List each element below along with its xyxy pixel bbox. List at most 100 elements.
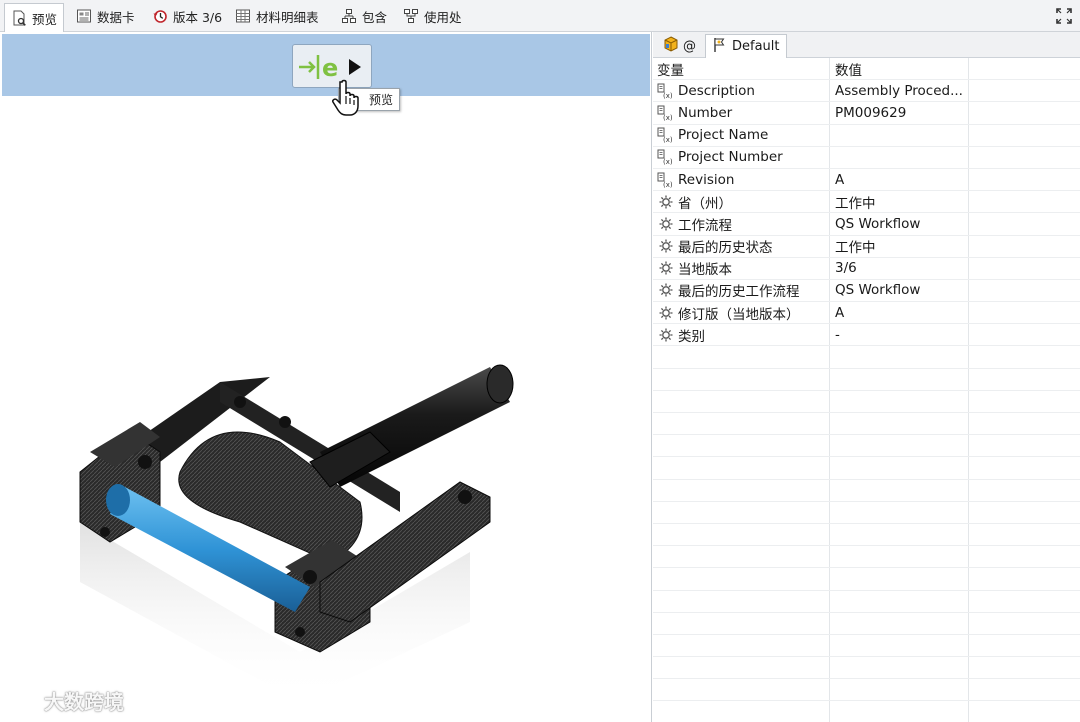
hand-cursor-icon — [332, 78, 368, 118]
property-name-cell: 省（州） — [657, 192, 829, 212]
property-row[interactable]: 修订版（当地版本） A — [653, 302, 1080, 325]
system-gear-icon — [657, 327, 675, 343]
tab-contains[interactable]: 包含 — [335, 3, 393, 29]
bom-table-icon — [235, 8, 251, 24]
empty-row — [653, 679, 1080, 702]
tab-bom[interactable]: 材料明细表 — [229, 3, 325, 29]
empty-row — [653, 546, 1080, 569]
tab-label: 预览 — [32, 11, 58, 27]
tab-label: 数据卡 — [97, 9, 135, 25]
svg-text:(x): (x) — [663, 114, 673, 121]
property-row[interactable]: (x) Project Number — [653, 147, 1080, 169]
system-gear-icon — [657, 238, 675, 254]
fullscreen-icon[interactable] — [1054, 6, 1074, 26]
config-flag-icon — [712, 37, 728, 57]
property-value[interactable]: A — [835, 172, 965, 188]
property-value[interactable]: 3/6 — [835, 260, 965, 276]
property-name: 类别 — [678, 328, 705, 345]
column-header-value[interactable]: 数值 — [835, 59, 965, 79]
property-value[interactable]: - — [835, 327, 965, 343]
tab-config-at[interactable]: @ — [657, 34, 702, 58]
property-row[interactable]: 当地版本 3/6 — [653, 258, 1080, 280]
contains-tree-icon — [341, 8, 357, 24]
property-value[interactable]: QS Workflow — [835, 216, 965, 232]
variable-icon: (x) — [657, 127, 675, 143]
empty-row — [653, 346, 1080, 369]
tab-config-default[interactable]: Default — [705, 34, 787, 58]
property-row[interactable]: 最后的历史工作流程 QS Workflow — [653, 280, 1080, 303]
svg-text:(x): (x) — [663, 158, 673, 165]
property-row[interactable]: (x) Number PM009629 — [653, 102, 1080, 125]
empty-row — [653, 613, 1080, 635]
property-row[interactable]: (x) Description Assembly Proced... — [653, 80, 1080, 103]
system-gear-icon — [657, 305, 675, 321]
watermark: 大数跨境 — [10, 686, 124, 715]
property-value[interactable]: 工作中 — [835, 236, 965, 256]
variable-icon: (x) — [657, 105, 675, 121]
variable-icon: (x) — [657, 172, 675, 188]
property-name-cell: 类别 — [657, 325, 829, 345]
tab-label: 材料明细表 — [256, 9, 319, 25]
variable-icon: (x) — [657, 149, 675, 165]
tab-label: @ — [683, 38, 696, 54]
watermark-logo-icon — [10, 686, 40, 715]
property-name: 当地版本 — [678, 262, 732, 279]
system-gear-icon — [657, 260, 675, 276]
property-value[interactable]: Assembly Proced... — [835, 83, 965, 99]
version-history-icon — [152, 8, 168, 24]
property-row[interactable]: 最后的历史状态 工作中 — [653, 236, 1080, 258]
configuration-tabs: @ Default — [653, 32, 1080, 58]
config-cube-icon — [663, 36, 679, 56]
property-name-cell: (x) Revision — [657, 172, 829, 188]
empty-row — [653, 435, 1080, 458]
property-row[interactable]: (x) Revision A — [653, 169, 1080, 192]
tab-version[interactable]: 版本 3/6 — [146, 3, 228, 29]
tab-label: 版本 3/6 — [173, 9, 223, 25]
property-row[interactable]: 类别 - — [653, 324, 1080, 347]
svg-text:(x): (x) — [663, 136, 673, 143]
property-row[interactable]: (x) Project Name — [653, 125, 1080, 147]
empty-row — [653, 591, 1080, 613]
property-value[interactable]: A — [835, 305, 965, 321]
svg-text:(x): (x) — [663, 181, 673, 188]
property-name: 最后的历史工作流程 — [678, 284, 800, 301]
property-name: Revision — [678, 171, 735, 188]
property-name-cell: (x) Project Name — [657, 127, 829, 143]
tab-preview[interactable]: 预览 — [4, 3, 65, 32]
preview-pane: e 预览 大数跨境 — [0, 32, 652, 722]
system-gear-icon — [657, 282, 675, 298]
properties-grid: 变量 数值 (x) Description Assembly Proced... (x… — [653, 58, 1080, 702]
empty-row — [653, 369, 1080, 391]
property-name: 最后的历史状态 — [678, 240, 773, 257]
property-name-cell: (x) Description — [657, 83, 829, 99]
property-value[interactable]: PM009629 — [835, 105, 965, 121]
tab-datacard[interactable]: 数据卡 — [70, 3, 141, 29]
empty-row — [653, 457, 1080, 480]
property-value[interactable]: QS Workflow — [835, 282, 965, 298]
property-name-cell: 最后的历史工作流程 — [657, 280, 829, 300]
property-name-cell: (x) Project Number — [657, 149, 829, 165]
datacard-icon — [76, 8, 92, 24]
empty-row — [653, 657, 1080, 680]
property-value[interactable]: 工作中 — [835, 192, 965, 212]
properties-pane: @ Default 变量 数值 (x) Description Assembly P… — [653, 32, 1080, 722]
system-gear-icon — [657, 194, 675, 210]
property-name-cell: (x) Number — [657, 105, 829, 121]
property-name-cell: 工作流程 — [657, 214, 829, 234]
property-name-cell: 修订版（当地版本） — [657, 303, 829, 323]
svg-text:(x): (x) — [663, 92, 673, 99]
where-used-icon — [403, 8, 419, 24]
grid-header: 变量 数值 — [653, 58, 1080, 81]
empty-row — [653, 391, 1080, 413]
property-name-cell: 当地版本 — [657, 258, 829, 278]
property-row[interactable]: 工作流程 QS Workflow — [653, 213, 1080, 236]
property-name: 修订版（当地版本） — [678, 306, 800, 323]
tab-where-used[interactable]: 使用处 — [397, 3, 468, 29]
column-header-variable[interactable]: 变量 — [657, 59, 829, 79]
property-row[interactable]: 省（州） 工作中 — [653, 191, 1080, 214]
assembly-3d-model[interactable] — [70, 322, 520, 702]
watermark-text: 大数跨境 — [44, 690, 124, 714]
empty-row — [653, 568, 1080, 591]
empty-row — [653, 502, 1080, 524]
preview-doc-icon — [11, 10, 27, 26]
